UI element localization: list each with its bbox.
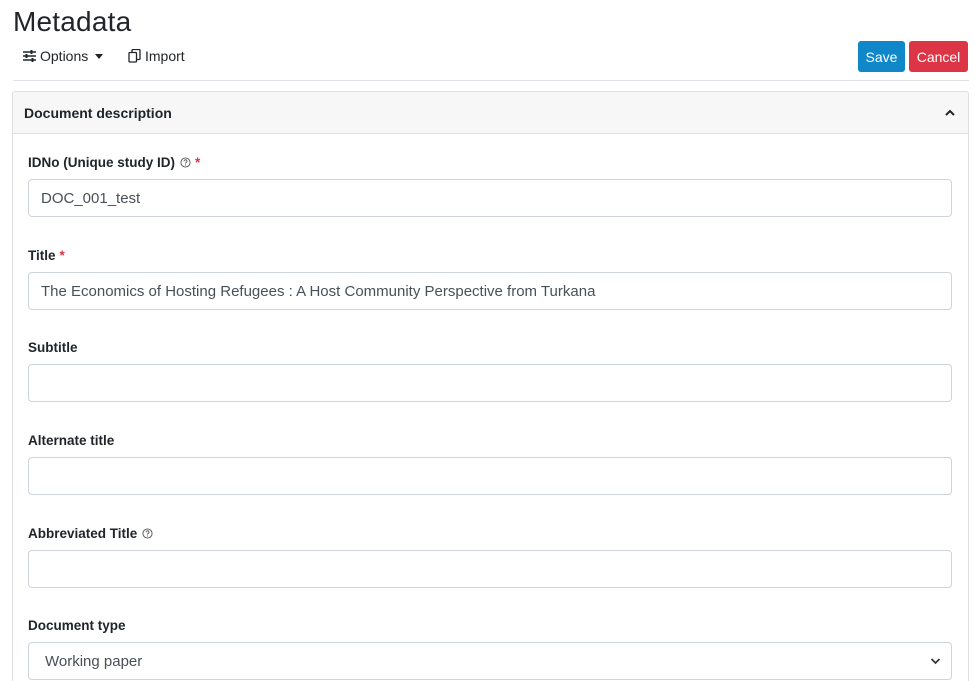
document-description-card: Document description IDNo (Unique study … <box>12 91 969 681</box>
import-label: Import <box>145 48 185 64</box>
abbreviated-title-input[interactable] <box>28 550 952 588</box>
section-title: Document description <box>24 104 172 121</box>
title-field: Title * The Economics of Hosting Refugee… <box>28 246 953 310</box>
options-dropdown-button[interactable]: Options <box>21 48 104 64</box>
title-input[interactable]: The Economics of Hosting Refugees : A Ho… <box>28 272 952 310</box>
document-type-select[interactable]: Working paper <box>28 642 952 680</box>
question-circle-icon[interactable] <box>179 156 191 168</box>
section-header[interactable]: Document description <box>13 92 968 134</box>
save-button[interactable]: Save <box>858 41 905 72</box>
cancel-button[interactable]: Cancel <box>909 41 968 72</box>
idno-field: IDNo (Unique study ID) * DOC_001_test <box>28 153 953 217</box>
document-type-label: Document type <box>28 617 126 633</box>
copy-icon <box>126 48 142 64</box>
abbreviated-title-label: Abbreviated Title <box>28 525 138 541</box>
question-circle-icon[interactable] <box>141 527 153 539</box>
title-label: Title <box>28 247 56 263</box>
sliders-icon <box>21 48 37 64</box>
alternate-title-label: Alternate title <box>28 432 115 448</box>
subtitle-label: Subtitle <box>28 339 78 355</box>
alternate-title-input[interactable] <box>28 457 952 495</box>
alternate-title-field: Alternate title <box>28 431 953 495</box>
caret-down-icon <box>95 54 104 59</box>
required-mark: * <box>59 247 65 263</box>
chevron-down-icon <box>929 655 941 667</box>
document-type-selected: Working paper <box>45 652 143 670</box>
toolbar-divider <box>13 80 969 81</box>
import-button[interactable]: Import <box>126 48 185 64</box>
subtitle-field: Subtitle <box>28 338 953 402</box>
document-type-field: Document type Working paper <box>28 616 953 680</box>
required-mark: * <box>195 154 201 170</box>
subtitle-input[interactable] <box>28 364 952 402</box>
abbreviated-title-field: Abbreviated Title <box>28 524 953 588</box>
idno-input[interactable]: DOC_001_test <box>28 179 952 217</box>
options-label: Options <box>40 48 89 64</box>
toolbar: Options Import Save Cancel <box>13 41 969 72</box>
idno-label: IDNo (Unique study ID) <box>28 154 175 170</box>
page-title: Metadata <box>13 6 132 37</box>
chevron-up-icon[interactable] <box>943 106 957 120</box>
